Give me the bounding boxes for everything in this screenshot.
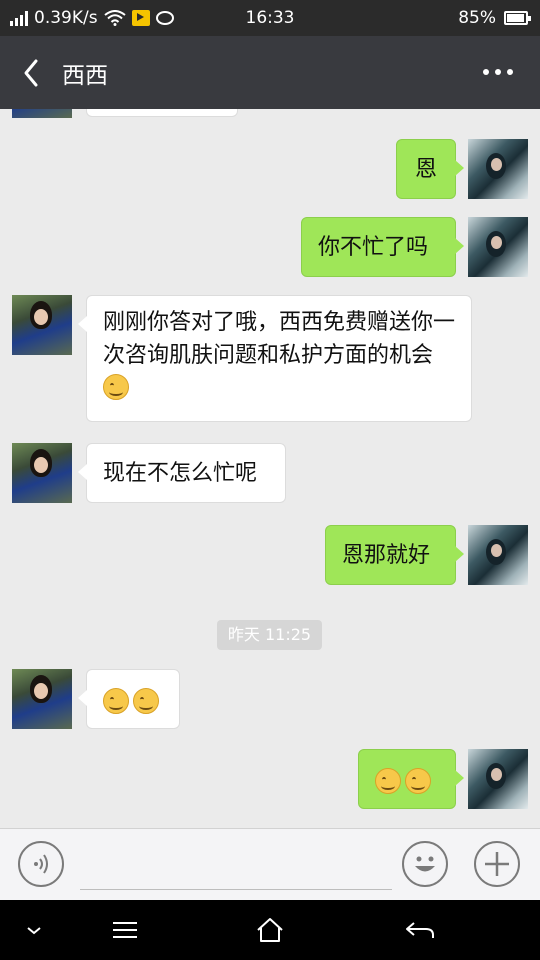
- message-bubble-contact[interactable]: 刚刚你答对了哦，西西免费赠送你一次咨询肌肤问题和私护方面的机会: [78, 295, 472, 422]
- message-bubble-partial[interactable]: [86, 109, 238, 117]
- smile-emoji-icon: [375, 768, 401, 794]
- wink-tongue-emoji-icon: [103, 374, 129, 400]
- message-text: 你不忙了吗: [318, 235, 429, 260]
- chat-header: 西西: [0, 36, 540, 109]
- contact-avatar[interactable]: [12, 295, 72, 355]
- chevron-down-icon[interactable]: [16, 916, 52, 944]
- emoji-icon: [415, 856, 435, 872]
- contact-avatar[interactable]: [12, 109, 72, 118]
- battery-icon: [504, 11, 531, 25]
- menu-icon[interactable]: [107, 916, 143, 944]
- message-bubble-mine[interactable]: [358, 749, 464, 809]
- message-bubble-contact[interactable]: [78, 669, 180, 729]
- back-icon[interactable]: [402, 916, 438, 944]
- contact-avatar[interactable]: [12, 669, 72, 729]
- plus-icon: [485, 852, 509, 876]
- smile-emoji-icon: [133, 688, 159, 714]
- message-text: 恩: [414, 157, 437, 182]
- status-bar: 0.39K/s 16:33 85%: [0, 0, 540, 36]
- my-avatar[interactable]: [468, 749, 528, 809]
- input-bar: [0, 828, 540, 901]
- message-text: 恩那就好: [342, 543, 431, 568]
- voice-icon: [34, 854, 48, 874]
- contact-avatar[interactable]: [12, 443, 72, 503]
- message-timestamp: 昨天 11:25: [217, 620, 322, 650]
- message-bubble-mine[interactable]: 恩那就好: [325, 525, 464, 585]
- message-bubble-contact[interactable]: 现在不怎么忙呢: [78, 443, 286, 503]
- message-bubble-mine[interactable]: 恩: [396, 139, 464, 199]
- emoji-button[interactable]: [402, 841, 448, 887]
- system-nav-bar: [0, 900, 540, 960]
- voice-button[interactable]: [18, 841, 64, 887]
- chat-area[interactable]: 恩 你不忙了吗 刚刚你答对了哦，西西免费赠送你一次咨询肌肤问题和私护方面的机会 …: [0, 109, 540, 828]
- message-input[interactable]: [80, 849, 392, 890]
- message-bubble-mine[interactable]: 你不忙了吗: [301, 217, 464, 277]
- my-avatar[interactable]: [468, 525, 528, 585]
- more-icon[interactable]: [480, 60, 516, 84]
- message-text: 刚刚你答对了哦，西西免费赠送你一次咨询肌肤问题和私护方面的机会: [103, 310, 456, 368]
- smile-emoji-icon: [103, 688, 129, 714]
- chat-title: 西西: [62, 63, 108, 89]
- back-arrow-icon[interactable]: [20, 58, 46, 88]
- smile-emoji-icon: [405, 768, 431, 794]
- my-avatar[interactable]: [468, 139, 528, 199]
- my-avatar[interactable]: [468, 217, 528, 277]
- battery-level: 85%: [458, 8, 496, 28]
- message-text: 现在不怎么忙呢: [103, 461, 258, 486]
- status-right: 85%: [458, 8, 531, 28]
- plus-button[interactable]: [474, 841, 520, 887]
- home-icon[interactable]: [252, 916, 288, 944]
